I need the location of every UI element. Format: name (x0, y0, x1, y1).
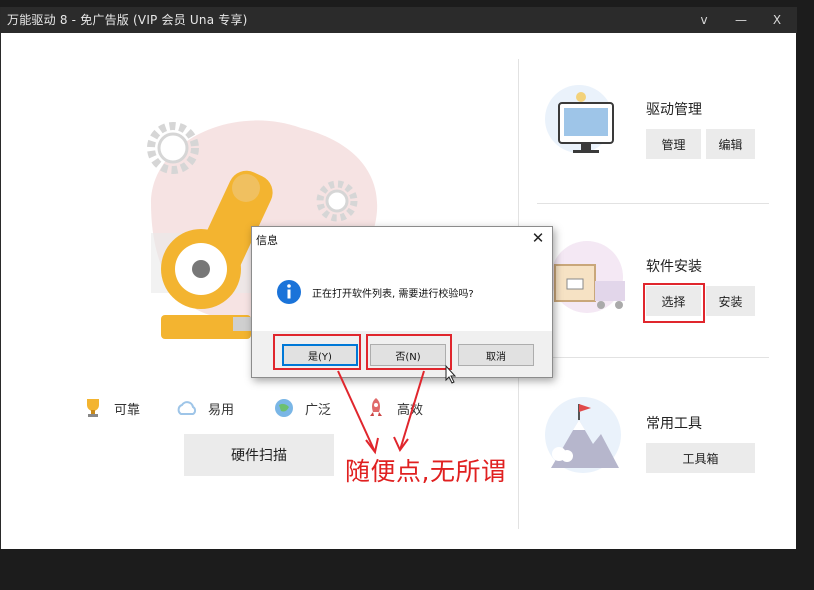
minimize-button[interactable]: — (726, 9, 756, 31)
dialog-title-bar: 信息 ✕ (252, 227, 552, 251)
common-tools-title: 常用工具 (646, 416, 702, 432)
cancel-button[interactable]: 取消 (458, 344, 534, 366)
manage-button[interactable]: 管理 (646, 129, 701, 159)
feature-wide: 广泛 (271, 395, 331, 421)
highlight-box-yes (273, 334, 361, 370)
install-button[interactable]: 安装 (706, 286, 755, 316)
annotation-text: 随便点,无所谓 (345, 457, 507, 486)
feature-easy: 易用 (174, 395, 234, 421)
feature-reliable: 可靠 (80, 395, 140, 421)
info-icon (277, 280, 301, 304)
title-bar: 万能驱动 8 - 免广告版 (VIP 会员 Una 专享) v — X (1, 7, 797, 33)
dialog-message: 正在打开软件列表, 需要进行校验吗? (312, 289, 474, 300)
highlight-box-select (643, 283, 705, 323)
feature-efficient: 高效 (363, 395, 423, 421)
feature-label: 广泛 (305, 402, 332, 418)
close-button[interactable]: X (762, 9, 792, 31)
edit-button[interactable]: 编辑 (706, 129, 755, 159)
feature-label: 高效 (397, 402, 424, 418)
rocket-icon (370, 398, 382, 416)
dialog-close-icon[interactable]: ✕ (529, 229, 547, 247)
mountain-flag-icon (545, 397, 621, 473)
toolbox-button[interactable]: 工具箱 (646, 443, 755, 473)
collapse-button[interactable]: v (689, 9, 719, 31)
window-title: 万能驱动 8 - 免广告版 (VIP 会员 Una 专享) (7, 13, 248, 27)
section-divider (537, 203, 769, 204)
section-divider (537, 357, 769, 358)
feature-label: 易用 (208, 402, 235, 418)
driver-management-title: 驱动管理 (646, 102, 702, 118)
cloud-icon (177, 401, 197, 415)
highlight-box-no (366, 334, 452, 370)
software-install-title: 软件安装 (646, 259, 702, 275)
feature-label: 可靠 (114, 402, 141, 418)
dialog-title: 信息 (256, 234, 278, 247)
monitor-icon (545, 85, 614, 153)
dialog-body: 正在打开软件列表, 需要进行校验吗? (252, 251, 552, 331)
globe-icon (275, 399, 293, 417)
trophy-icon (87, 399, 99, 417)
hardware-scan-button[interactable]: 硬件扫描 (184, 434, 334, 476)
